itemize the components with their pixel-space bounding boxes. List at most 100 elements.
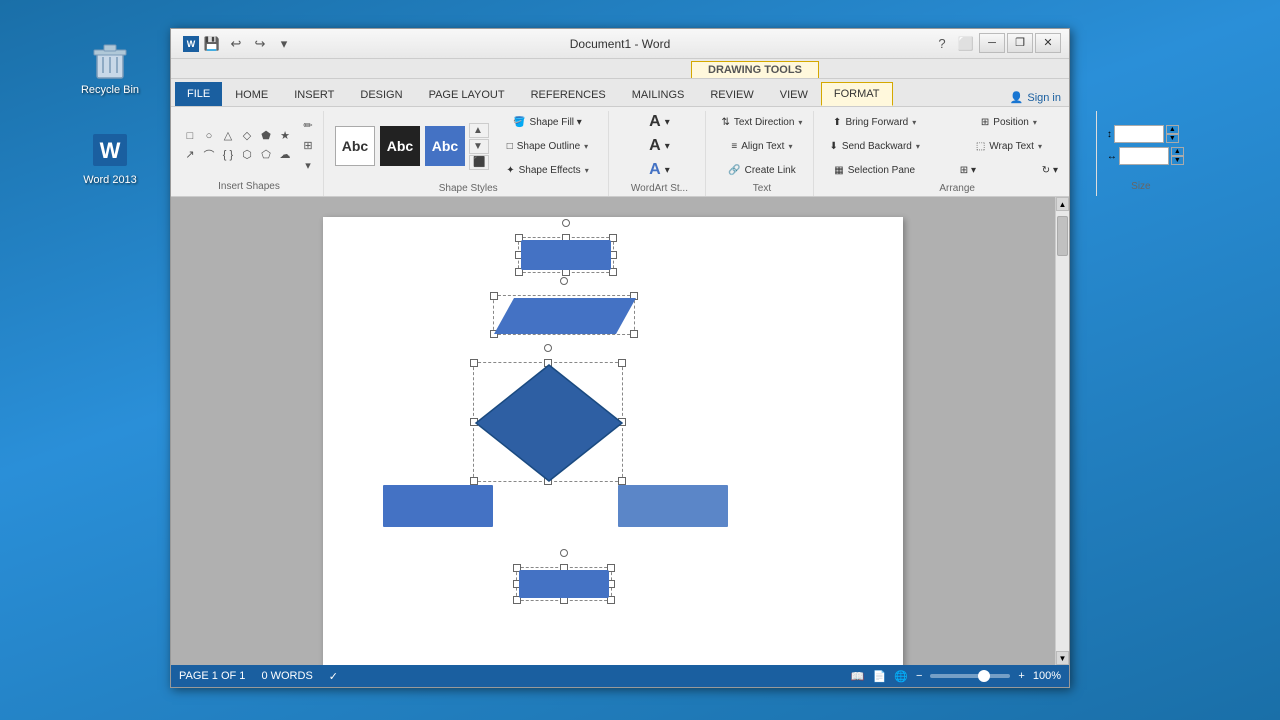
- tab-insert[interactable]: INSERT: [281, 82, 347, 106]
- text-fill-button[interactable]: A ▾: [619, 111, 699, 133]
- scroll-up-button[interactable]: ▲: [1056, 197, 1069, 211]
- zoom-level[interactable]: 100%: [1033, 670, 1061, 682]
- style-box-3[interactable]: Abc: [425, 126, 465, 166]
- shape-diamond-btn[interactable]: ◇: [238, 127, 256, 145]
- height-icon: ↕: [1107, 129, 1112, 140]
- close-button[interactable]: ✕: [1035, 33, 1061, 53]
- align-text-button[interactable]: ≡ Align Text ▾: [716, 135, 807, 157]
- scroll-track[interactable]: [1056, 211, 1069, 651]
- shape-circle-btn[interactable]: ○: [200, 127, 218, 145]
- zoom-slider[interactable]: [930, 674, 1010, 678]
- web-layout-icon[interactable]: 🌐: [894, 670, 908, 683]
- shape-triangle-btn[interactable]: △: [219, 127, 237, 145]
- para-rotation-handle[interactable]: [560, 277, 568, 285]
- diamond-rotation-handle[interactable]: [544, 344, 552, 352]
- tab-file[interactable]: FILE: [175, 82, 222, 106]
- style-arrows: ▲ ▼ ⬛: [469, 123, 489, 170]
- bring-forward-button[interactable]: ⬆ Bring Forward ▾: [824, 111, 924, 133]
- right-rect-shape[interactable]: [618, 485, 728, 527]
- tab-review[interactable]: REVIEW: [697, 82, 766, 106]
- shape-more-btn[interactable]: ▾: [299, 156, 317, 174]
- style-down-btn[interactable]: ▼: [469, 139, 489, 154]
- parallelogram-container[interactable]: [493, 295, 635, 335]
- undo-qat-button[interactable]: ↩: [225, 33, 247, 55]
- ribbon-display-button[interactable]: ⬜: [955, 33, 977, 55]
- minimize-button[interactable]: ─: [979, 33, 1005, 53]
- recycle-bin-icon[interactable]: Recycle Bin: [75, 40, 145, 96]
- shape-arc-btn[interactable]: ⌒: [200, 146, 218, 164]
- shape-arrow-btn[interactable]: ↗: [181, 146, 199, 164]
- customize-qat-button[interactable]: ▾: [273, 33, 295, 55]
- rotate-button[interactable]: ↻ ▾: [1010, 159, 1090, 181]
- shape-outline-button[interactable]: □ Shape Outline ▾: [492, 135, 602, 157]
- shape-star-btn[interactable]: ★: [276, 127, 294, 145]
- create-link-button[interactable]: 🔗 Create Link: [716, 159, 807, 181]
- tab-home[interactable]: HOME: [222, 82, 281, 106]
- width-input[interactable]: [1119, 147, 1169, 165]
- width-spinners: ▲ ▼: [1171, 147, 1184, 165]
- height-down-btn[interactable]: ▼: [1166, 134, 1179, 143]
- tab-page-layout[interactable]: PAGE LAYOUT: [416, 82, 518, 106]
- word-2013-label: Word 2013: [83, 174, 137, 186]
- text-outline-button[interactable]: A ▾: [619, 135, 699, 157]
- shape-brace-btn[interactable]: { }: [219, 146, 237, 164]
- height-input[interactable]: [1114, 125, 1164, 143]
- shape-rect-btn[interactable]: □: [181, 127, 199, 145]
- wrap-text-icon: ⬚: [976, 141, 985, 152]
- shape-fill-button[interactable]: 🪣 Shape Fill ▾: [492, 111, 602, 133]
- text-effects-button[interactable]: A ▾: [619, 159, 699, 181]
- selection-pane-button[interactable]: ▦ Selection Pane: [824, 159, 924, 181]
- style-more-btn[interactable]: ⬛: [469, 155, 489, 170]
- position-button[interactable]: ⊞ Position ▾: [928, 111, 1090, 133]
- vertical-scrollbar[interactable]: ▲ ▼: [1055, 197, 1069, 665]
- bottom-rect-container[interactable]: [516, 567, 612, 601]
- height-up-btn[interactable]: ▲: [1166, 125, 1179, 134]
- zoom-out-icon[interactable]: −: [916, 670, 922, 682]
- text-fill-icon: A: [649, 113, 661, 131]
- tab-references[interactable]: REFERENCES: [518, 82, 619, 106]
- width-row: ↔ ▲ ▼: [1107, 147, 1184, 165]
- style-up-btn[interactable]: ▲: [469, 123, 489, 138]
- save-qat-button[interactable]: 💾: [201, 33, 223, 55]
- shapes-grid: □ ○ △ ◇ ⬟ ★ ↗ ⌒ { } ⬡ ⬠ ☁: [181, 127, 294, 164]
- style-box-2[interactable]: Abc: [380, 126, 420, 166]
- tab-design[interactable]: DESIGN: [347, 82, 415, 106]
- text-fill-label: ▾: [665, 117, 670, 128]
- redo-qat-button[interactable]: ↪: [249, 33, 271, 55]
- read-mode-icon[interactable]: 📖: [851, 670, 865, 683]
- text-direction-button[interactable]: ⇅ Text Direction ▾: [716, 111, 807, 133]
- left-rect-shape[interactable]: [383, 485, 493, 527]
- shape-edit-btn[interactable]: ✏: [299, 116, 317, 134]
- align-text-icon: ≡: [731, 141, 737, 152]
- text-content: ⇅ Text Direction ▾ ≡ Align Text ▾ 🔗 Crea…: [716, 111, 807, 181]
- restore-button[interactable]: ❐: [1007, 33, 1033, 53]
- shape-oct-btn[interactable]: ⬠: [257, 146, 275, 164]
- shape-pentagon-btn[interactable]: ⬟: [257, 127, 275, 145]
- shape-select-btn[interactable]: ⊞: [299, 136, 317, 154]
- bottom-rotation-handle[interactable]: [560, 549, 568, 557]
- send-backward-button[interactable]: ⬇ Send Backward ▾: [824, 135, 924, 157]
- print-layout-icon[interactable]: 📄: [873, 670, 887, 683]
- rotation-handle[interactable]: [562, 219, 570, 227]
- word-2013-icon[interactable]: W Word 2013: [75, 130, 145, 186]
- sign-in-button[interactable]: 👤 Sign in: [1002, 89, 1069, 106]
- shape-effects-button[interactable]: ✦ Shape Effects ▾: [492, 159, 602, 181]
- wrap-text-button[interactable]: ⬚ Wrap Text ▾: [928, 135, 1090, 157]
- shape-hex-btn[interactable]: ⬡: [238, 146, 256, 164]
- diamond-container[interactable]: [473, 362, 623, 482]
- doc-scroll-area[interactable]: [171, 197, 1055, 665]
- align-button[interactable]: ⊞ ▾: [928, 159, 1008, 181]
- zoom-thumb[interactable]: [978, 670, 990, 682]
- zoom-in-icon[interactable]: +: [1018, 670, 1024, 682]
- tab-view[interactable]: VIEW: [767, 82, 821, 106]
- width-up-btn[interactable]: ▲: [1171, 147, 1184, 156]
- style-box-1[interactable]: Abc: [335, 126, 375, 166]
- help-button[interactable]: ?: [931, 33, 953, 55]
- width-down-btn[interactable]: ▼: [1171, 156, 1184, 165]
- tab-mailings[interactable]: MAILINGS: [619, 82, 698, 106]
- scroll-thumb[interactable]: [1057, 216, 1068, 256]
- shape-cloud-btn[interactable]: ☁: [276, 146, 294, 164]
- top-rect-container[interactable]: [518, 237, 614, 273]
- scroll-down-button[interactable]: ▼: [1056, 651, 1069, 665]
- tab-format[interactable]: FORMAT: [821, 82, 893, 106]
